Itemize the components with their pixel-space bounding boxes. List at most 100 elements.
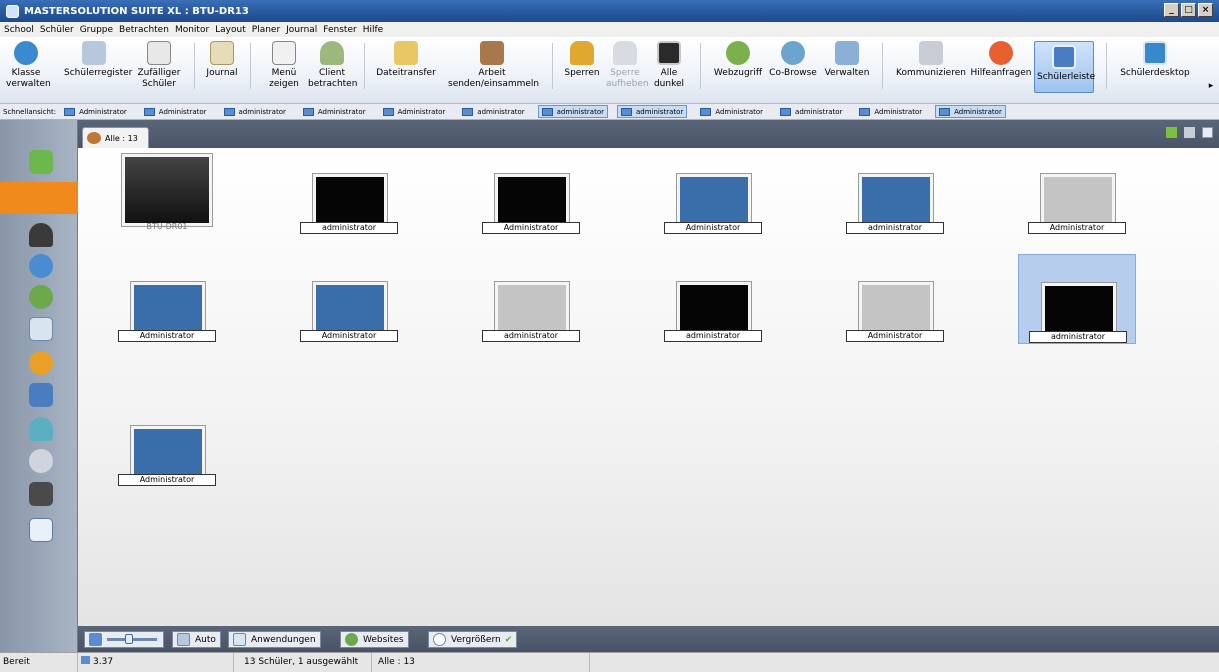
co-browse-icon — [781, 41, 805, 65]
student-bar-button[interactable]: Schülerleiste — [1034, 41, 1095, 93]
window-icon[interactable] — [29, 317, 53, 341]
zoom-button[interactable]: Vergrößern ✔ — [428, 631, 518, 648]
pie-chart-icon[interactable] — [29, 351, 53, 375]
menu-hilfe[interactable]: Hilfe — [363, 25, 383, 35]
menu-gruppe[interactable]: Gruppe — [80, 25, 113, 35]
status-state: Bereit — [0, 653, 78, 672]
zoom-slider[interactable] — [84, 631, 164, 648]
computer-label: Administrator — [118, 474, 216, 486]
menu-schueler[interactable]: Schüler — [40, 25, 74, 35]
quick-view-item[interactable]: Administrator — [855, 105, 926, 118]
tab-strip: Alle : 13 — [78, 120, 1219, 148]
all-dark-button[interactable]: Alle dunkel — [652, 41, 686, 90]
computer-thumbnail[interactable]: administrator — [836, 150, 954, 240]
quick-view-item[interactable]: administrator — [776, 105, 846, 118]
random-student-button[interactable]: Zufälliger Schüler — [136, 41, 182, 90]
quick-view-item[interactable]: Administrator — [299, 105, 370, 118]
computer-thumbnail[interactable]: Administrator — [654, 150, 772, 240]
menu-planer[interactable]: Planer — [252, 25, 280, 35]
client-view-icon — [320, 41, 344, 65]
printer-icon[interactable] — [29, 383, 53, 407]
monitor-icon — [223, 107, 235, 116]
quick-view-item[interactable]: administrator — [537, 105, 608, 118]
client-view-button[interactable]: Client betrachten — [308, 41, 357, 90]
unlock-button[interactable]: Sperre aufheben — [606, 41, 649, 90]
lock-button[interactable]: Sperren — [562, 41, 602, 79]
globe-icon[interactable] — [29, 285, 53, 309]
applications-button[interactable]: Anwendungen — [228, 631, 321, 648]
disc-icon[interactable] — [29, 449, 53, 473]
web-access-icon — [726, 41, 750, 65]
minimize-button[interactable]: _ — [1164, 3, 1179, 17]
web-access-button[interactable]: Webzugriff — [710, 41, 766, 79]
communicate-button[interactable]: Kommunizieren — [896, 41, 966, 79]
menu-journal[interactable]: Journal — [286, 25, 317, 35]
quick-view-item[interactable]: Administrator — [60, 105, 131, 118]
computer-thumbnail[interactable]: Administrator — [1018, 150, 1136, 240]
menu-school[interactable]: School — [4, 25, 34, 35]
headphones-icon[interactable] — [29, 223, 53, 247]
monitor-icon — [89, 633, 102, 646]
users-icon[interactable] — [29, 417, 53, 441]
computer-label: Administrator — [664, 222, 762, 234]
computer-thumbnail[interactable]: administrator — [654, 254, 772, 344]
keyboard-icon[interactable] — [29, 482, 53, 506]
computer-screen-preview — [122, 154, 212, 226]
student-desktop-button[interactable]: Schülerdesktop — [1118, 41, 1192, 79]
tab-all[interactable]: Alle : 13 — [82, 127, 149, 148]
quick-view-item[interactable]: Administrator — [379, 105, 450, 118]
menu-betrachten[interactable]: Betrachten — [119, 25, 169, 35]
journal-icon — [210, 41, 234, 65]
menu-show-button[interactable]: Menü zeigen — [268, 41, 300, 90]
quick-view-item[interactable]: administrator — [458, 105, 528, 118]
home-icon[interactable] — [29, 150, 53, 174]
file-transfer-button[interactable]: Dateitransfer — [372, 41, 440, 79]
unlock-icon — [613, 41, 637, 65]
menu-monitor[interactable]: Monitor — [175, 25, 209, 35]
menu-layout[interactable]: Layout — [215, 25, 246, 35]
monitor-icon — [939, 107, 951, 116]
manage-button[interactable]: Verwalten — [824, 41, 870, 79]
co-browse-button[interactable]: Co-Browse — [766, 41, 820, 79]
quick-view-item[interactable]: Administrator — [935, 105, 1006, 118]
close-icon[interactable] — [1184, 127, 1195, 138]
monitor-icon — [462, 107, 474, 116]
quick-view-item[interactable]: Administrator — [696, 105, 767, 118]
journal-button[interactable]: Journal — [204, 41, 240, 79]
slider-handle[interactable] — [125, 634, 133, 644]
status-version: 3.37 — [78, 653, 234, 672]
maximize-button[interactable]: □ — [1181, 3, 1196, 17]
computer-thumbnail[interactable]: Administrator — [472, 150, 590, 240]
help-requests-button[interactable]: Hilfeanfragen — [970, 41, 1032, 79]
title-bar: MASTERSOLUTION SUITE XL : BTU-DR13 _ □ × — [0, 0, 1219, 22]
computer-label: administrator — [664, 330, 762, 342]
window-icon — [233, 633, 246, 646]
computer-thumbnail[interactable]: Administrator — [108, 254, 226, 344]
computer-thumbnail[interactable]: Administrator — [290, 254, 408, 344]
quick-view-item[interactable]: administrator — [616, 105, 688, 118]
list-view-icon[interactable] — [1202, 127, 1213, 138]
quick-view-item[interactable]: administrator — [220, 105, 290, 118]
quick-view-item[interactable]: Administrator — [140, 105, 211, 118]
computer-thumbnail[interactable]: administrator — [472, 254, 590, 344]
graph-icon[interactable] — [29, 518, 53, 542]
student-register-button[interactable]: Schülerregister — [64, 41, 132, 79]
computer-thumbnail[interactable]: administrator — [1018, 254, 1136, 344]
menu-fenster[interactable]: Fenster — [323, 25, 356, 35]
menu-bar: School Schüler Gruppe Betrachten Monitor… — [0, 22, 1219, 37]
add-icon[interactable] — [1166, 127, 1177, 138]
websites-button[interactable]: Websites — [340, 631, 409, 648]
computer-thumbnail[interactable]: BTU-DR01 — [108, 150, 226, 238]
computer-thumbnail[interactable]: administrator — [290, 150, 408, 240]
ribbon-more-arrow[interactable]: ▸ — [1206, 81, 1216, 92]
computer-thumbnail[interactable]: Administrator — [108, 398, 226, 488]
auto-button[interactable]: Auto — [172, 631, 221, 648]
close-button[interactable]: × — [1198, 3, 1213, 17]
student-bar-icon — [1052, 45, 1076, 69]
computer-thumbnail[interactable]: Administrator — [836, 254, 954, 344]
class-manage-button[interactable]: Klasse verwalten — [6, 41, 51, 90]
thumbnail-view-icon[interactable] — [0, 182, 78, 214]
computer-label: Administrator — [118, 330, 216, 342]
send-collect-work-button[interactable]: Arbeit senden/einsammeln — [448, 41, 539, 90]
question-icon[interactable] — [29, 254, 53, 278]
